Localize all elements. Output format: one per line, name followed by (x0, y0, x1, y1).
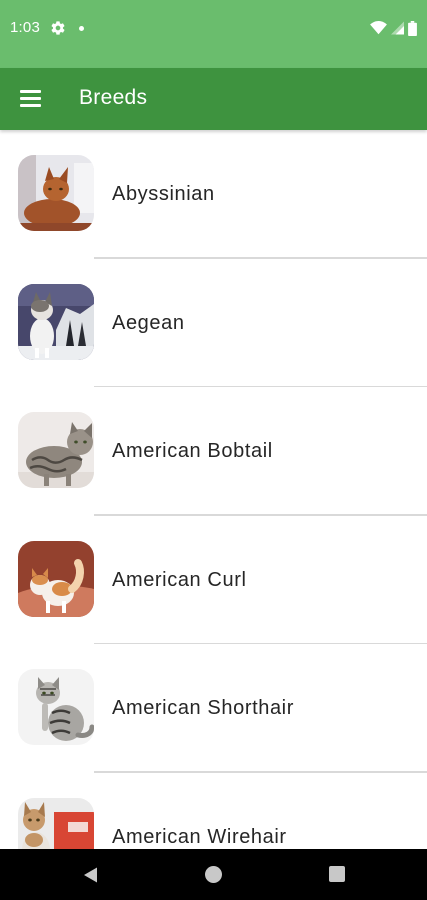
breed-name: American Shorthair (112, 697, 294, 719)
breed-list-item[interactable]: American Curl (0, 516, 427, 644)
american-shorthair-cat-photo (18, 669, 94, 745)
breed-list-item[interactable]: American Shorthair (0, 644, 427, 773)
breed-list-item[interactable]: Aegean (0, 259, 427, 387)
back-icon[interactable] (81, 865, 101, 885)
american-wirehair-cat-photo (18, 797, 94, 849)
recents-icon[interactable] (329, 866, 345, 882)
home-icon[interactable] (205, 866, 222, 883)
app-bar: Breeds (0, 68, 427, 130)
breed-list[interactable]: Abyssinian Aegean American Bobtail Ameri… (0, 130, 427, 849)
settings-gear-icon (51, 21, 65, 35)
cell-signal-icon (391, 21, 404, 35)
breed-list-item[interactable]: American Bobtail (0, 387, 427, 516)
american-bobtail-cat-photo (18, 412, 94, 488)
breed-name: American Curl (112, 568, 247, 591)
breed-list-item[interactable]: Abyssinian (0, 130, 427, 259)
wifi-icon (370, 21, 387, 35)
abyssinian-cat-photo (18, 155, 94, 231)
status-bar: 1:03 (0, 0, 427, 68)
breed-name: Abyssinian (112, 183, 215, 205)
breed-name: American Bobtail (112, 440, 273, 462)
aegean-cat-photo (18, 283, 94, 360)
system-nav-bar (0, 849, 427, 900)
american-curl-cat-photo (18, 540, 94, 617)
page-title: Breeds (79, 86, 148, 109)
status-icons (370, 18, 417, 38)
breed-name: Aegean (112, 311, 185, 334)
breed-list-item[interactable]: American Wirehair (0, 773, 427, 849)
notification-dot-icon (79, 26, 84, 31)
hamburger-menu-icon[interactable] (20, 88, 42, 108)
status-time: 1:03 (10, 19, 40, 36)
breed-name: American Wirehair (112, 825, 287, 848)
battery-icon (408, 20, 417, 36)
